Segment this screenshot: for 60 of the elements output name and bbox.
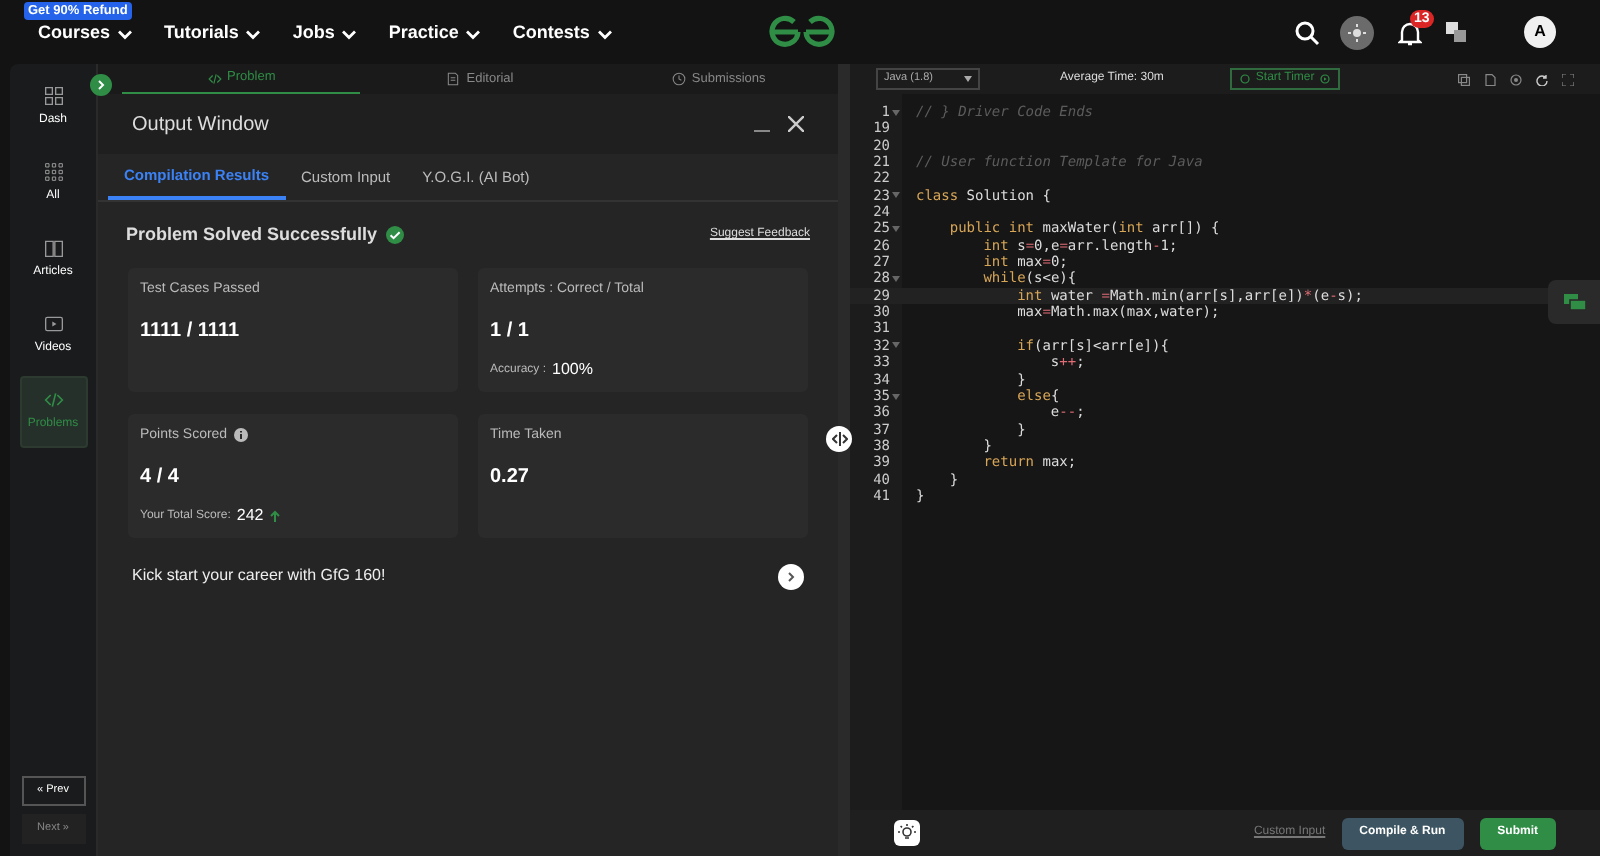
clock-icon xyxy=(1239,74,1250,84)
theme-toggle[interactable] xyxy=(1340,15,1374,49)
card-value: 1111 / 1111 xyxy=(140,318,242,346)
status-message: Problem Solved Successfully xyxy=(126,222,378,248)
avatar[interactable]: A xyxy=(1524,16,1556,48)
bell-icon[interactable] xyxy=(1398,19,1422,45)
bulb-icon xyxy=(898,824,916,842)
nav-menu[interactable]: Practice xyxy=(388,20,481,48)
chevron-down-icon xyxy=(246,29,261,39)
card-value: 4 / 4 xyxy=(140,464,181,492)
copy-icon[interactable] xyxy=(1458,73,1470,85)
video-icon xyxy=(43,314,63,334)
apps-icon xyxy=(43,162,63,182)
split-icon xyxy=(831,432,847,446)
promo-arrow-button[interactable] xyxy=(778,563,804,589)
card-value: 1 / 1 xyxy=(490,318,531,346)
logo-icon[interactable] xyxy=(768,14,836,48)
nav-menu[interactable]: Contests xyxy=(512,20,612,48)
nav-menu[interactable]: Jobs xyxy=(292,20,357,48)
book-icon xyxy=(43,238,63,258)
sub-value: 100% xyxy=(552,358,593,382)
fold-icon[interactable] xyxy=(892,109,900,116)
promo-text: Kick start your career with GfG 160! xyxy=(132,564,386,588)
nav-menu[interactable]: Tutorials xyxy=(164,20,261,48)
chevron-down-icon xyxy=(466,29,481,39)
sun-icon xyxy=(1348,23,1366,41)
chat-button[interactable] xyxy=(1548,280,1600,324)
file-icon[interactable] xyxy=(1484,73,1496,85)
caret-icon xyxy=(964,76,972,82)
chevron-icon xyxy=(786,571,796,581)
chevron-icon xyxy=(96,80,106,90)
chevron-down-icon xyxy=(342,29,357,39)
nav-menu[interactable]: Courses xyxy=(38,20,133,48)
document-icon xyxy=(446,72,461,86)
reset-icon[interactable] xyxy=(1536,73,1548,85)
chevron-down-icon xyxy=(118,29,133,39)
info-icon[interactable] xyxy=(233,428,248,443)
minimize-icon[interactable] xyxy=(754,129,770,131)
window-title: Output Window xyxy=(132,111,269,139)
fold-icon[interactable] xyxy=(892,226,900,233)
play-icon xyxy=(1320,74,1331,84)
sub-value: 242 xyxy=(236,504,264,528)
code-icon xyxy=(43,390,63,410)
check-circle-icon xyxy=(385,226,404,245)
bulb-button[interactable] xyxy=(894,820,920,846)
clock-icon xyxy=(671,72,686,86)
chevron-down-icon xyxy=(597,29,612,39)
search-icon[interactable] xyxy=(1294,19,1320,45)
grid-icon xyxy=(43,86,63,106)
chat-icon xyxy=(1563,293,1585,311)
card-value: 0.27 xyxy=(490,464,531,492)
fold-icon[interactable] xyxy=(892,192,900,199)
translate-icon[interactable] xyxy=(1446,22,1468,42)
fold-icon[interactable] xyxy=(892,276,900,283)
close-icon[interactable] xyxy=(788,116,804,132)
fold-icon[interactable] xyxy=(892,342,900,349)
fullscreen-icon[interactable] xyxy=(1562,73,1574,85)
settings-icon[interactable] xyxy=(1510,73,1522,85)
fold-icon[interactable] xyxy=(892,393,900,400)
code-icon xyxy=(207,71,222,85)
